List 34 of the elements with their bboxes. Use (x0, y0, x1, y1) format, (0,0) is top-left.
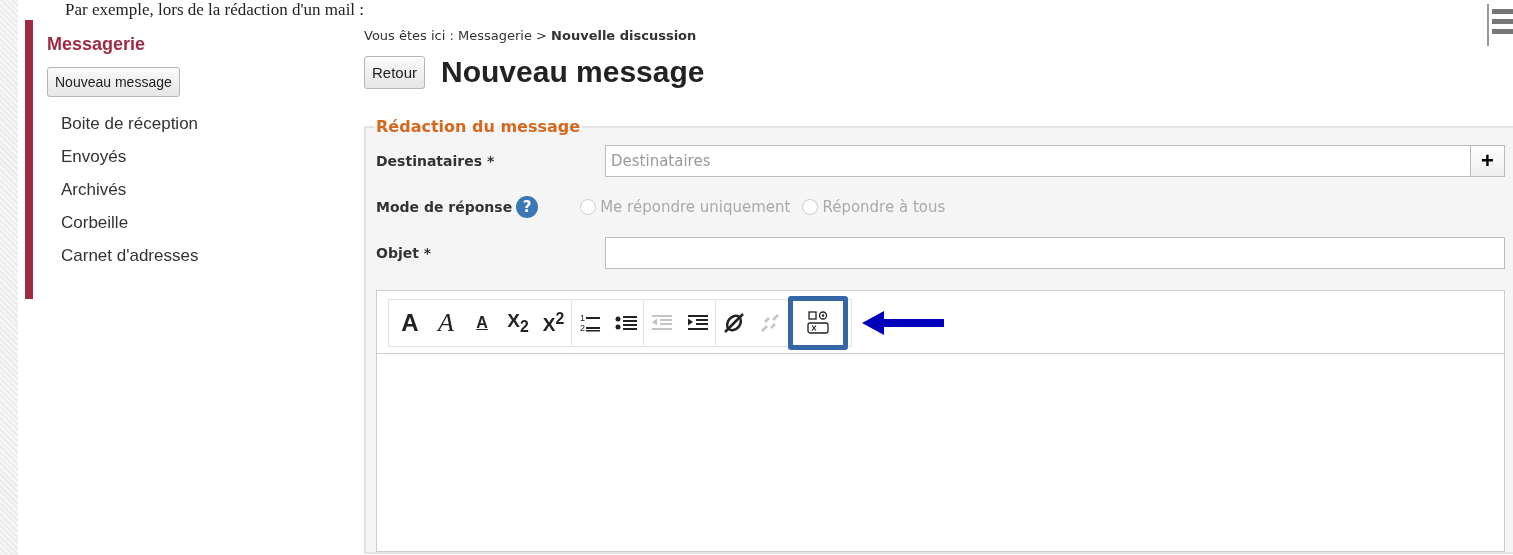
sidebar-item[interactable]: Corbeille (61, 206, 129, 239)
field-label: Objet * (376, 245, 433, 261)
sidebar-title: Messagerie (47, 34, 146, 55)
link-icon (723, 312, 745, 334)
sidebar-item[interactable]: Carnet d'adresses (61, 239, 199, 272)
italic-button[interactable]: A (428, 300, 464, 346)
outdent-icon (652, 315, 672, 331)
indent-icon (687, 315, 708, 331)
formula-button[interactable] (788, 296, 848, 350)
page-title: Nouveau message (441, 55, 705, 89)
superscript-button[interactable]: X$^{2}$ (536, 300, 572, 346)
section-legend: Rédaction du message (374, 117, 583, 136)
help-icon[interactable]: ? (516, 196, 539, 218)
sidebar-item[interactable]: Boite de réception (61, 107, 199, 140)
ordered-list-button[interactable]: 1 2 (572, 300, 608, 346)
subject-field[interactable] (605, 237, 1505, 269)
breadcrumb: Vous êtes ici : Messagerie > Nouvelle discussion (364, 28, 698, 43)
recipients-field[interactable]: Destinataires (605, 145, 1471, 177)
field-label: Mode de réponse (376, 199, 513, 215)
add-recipient-button[interactable]: + (1471, 145, 1505, 177)
list-lines-icon (586, 314, 600, 332)
sidebar-item[interactable]: Envoyés (61, 140, 127, 173)
field-label: Destinataires * (376, 153, 496, 169)
back-button[interactable]: Retour (364, 55, 426, 89)
sidebar-item[interactable]: Archivés (61, 173, 127, 206)
new-message-button[interactable]: Nouveau message (47, 67, 180, 97)
intro-text: Par exemple, lors de la rédaction d'un mail : (65, 0, 365, 20)
bold-button[interactable]: A (392, 300, 428, 346)
underline-button[interactable]: A (464, 300, 500, 346)
bullet-list-icon (614, 314, 637, 332)
broken-link-icon (759, 312, 781, 334)
menu-icon[interactable] (1487, 4, 1513, 46)
formula-icon (806, 310, 830, 336)
subscript-button[interactable]: X$_{2}$ (500, 300, 536, 346)
